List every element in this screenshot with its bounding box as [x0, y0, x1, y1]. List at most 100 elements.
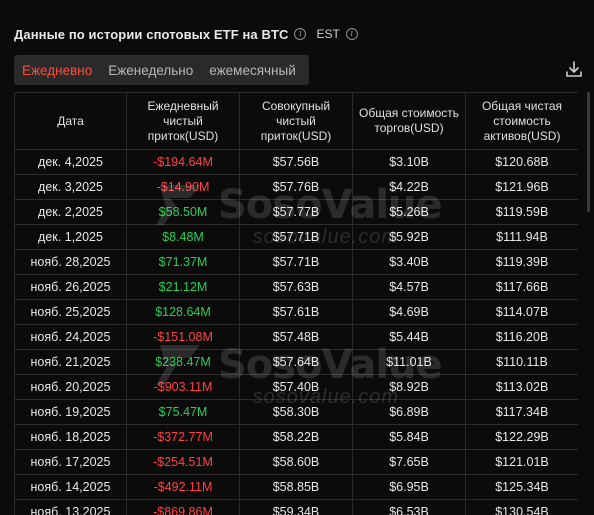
cell-traded-value: $5.26B [352, 199, 466, 225]
cell-net-assets: $119.39B [465, 249, 578, 275]
tab-daily[interactable]: Ежедневно [14, 63, 100, 78]
cell-cumulative-inflow: $57.63B [239, 274, 353, 300]
cell-net-assets: $117.66B [465, 274, 578, 300]
cell-daily-inflow: $128.64M [126, 299, 240, 325]
cell-daily-inflow: -$903.11M [126, 374, 240, 400]
table-row[interactable]: нояб. 28,2025 $71.37M $57.71B $3.40B $119.39… [14, 249, 578, 275]
cell-traded-value: $6.53B [352, 499, 466, 515]
cell-traded-value: $3.40B [352, 249, 466, 275]
cell-daily-inflow: $238.47M [126, 349, 240, 375]
cell-date: нояб. 19,2025 [14, 399, 127, 425]
cell-cumulative-inflow: $57.64B [239, 349, 353, 375]
period-tabs: Ежедневно Еженедельно ежемесячный [14, 55, 309, 85]
cell-cumulative-inflow: $57.76B [239, 174, 353, 200]
cell-daily-inflow: $21.12M [126, 274, 240, 300]
cell-date: нояб. 21,2025 [14, 349, 127, 375]
table-row[interactable]: нояб. 18,2025 -$372.77M $58.22B $5.84B $122.… [14, 424, 578, 450]
info-icon[interactable]: i [294, 28, 307, 40]
cell-date: нояб. 18,2025 [14, 424, 127, 450]
cell-date: нояб. 25,2025 [14, 299, 127, 325]
cell-daily-inflow: -$372.77M [126, 424, 240, 450]
cell-daily-inflow: -$14.90M [126, 174, 240, 200]
table-row[interactable]: нояб. 19,2025 $75.47M $58.30B $6.89B $117.34… [14, 399, 578, 425]
cell-cumulative-inflow: $58.30B [239, 399, 353, 425]
cell-net-assets: $120.68B [465, 149, 578, 175]
cell-traded-value: $6.89B [352, 399, 466, 425]
cell-net-assets: $117.34B [465, 399, 578, 425]
cell-net-assets: $125.34B [465, 474, 578, 500]
cell-date: нояб. 13,2025 [14, 499, 127, 515]
download-icon[interactable] [565, 60, 583, 78]
etf-history-table: Дата Ежедневный чистый приток(USD) Совок… [14, 92, 578, 515]
cell-cumulative-inflow: $58.22B [239, 424, 353, 450]
cell-date: нояб. 24,2025 [14, 324, 127, 350]
table-row[interactable]: дек. 4,2025 -$194.64M $57.56B $3.10B $120.68… [14, 149, 578, 175]
table-row[interactable]: нояб. 20,2025 -$903.11M $57.40B $8.92B $113.… [14, 374, 578, 400]
table-row[interactable]: нояб. 21,2025 $238.47M $57.64B $11.01B $110.… [14, 349, 578, 375]
cell-daily-inflow: -$869.86M [126, 499, 240, 515]
cell-cumulative-inflow: $57.77B [239, 199, 353, 225]
cell-traded-value: $5.84B [352, 424, 466, 450]
cell-traded-value: $4.69B [352, 299, 466, 325]
tab-monthly[interactable]: ежемесячный [201, 63, 303, 78]
cell-traded-value: $7.65B [352, 449, 466, 475]
cell-traded-value: $5.44B [352, 324, 466, 350]
timezone-label: EST [316, 27, 340, 41]
cell-cumulative-inflow: $57.71B [239, 224, 353, 250]
cell-net-assets: $110.11B [465, 349, 578, 375]
cell-daily-inflow: $75.47M [126, 399, 240, 425]
panel-header: Данные по истории спотовых ETF на BTC i … [14, 24, 358, 44]
cell-date: нояб. 26,2025 [14, 274, 127, 300]
cell-cumulative-inflow: $57.56B [239, 149, 353, 175]
cell-net-assets: $121.96B [465, 174, 578, 200]
info-icon[interactable]: i [345, 28, 358, 40]
column-header-cumulative-inflow[interactable]: Совокупный чистый приток(USD) [239, 92, 353, 150]
cell-traded-value: $8.92B [352, 374, 466, 400]
cell-date: дек. 1,2025 [14, 224, 127, 250]
cell-net-assets: $130.54B [465, 499, 578, 515]
cell-cumulative-inflow: $57.48B [239, 324, 353, 350]
cell-net-assets: $111.94B [465, 224, 578, 250]
cell-traded-value: $11.01B [352, 349, 466, 375]
cell-net-assets: $113.02B [465, 374, 578, 400]
tab-weekly[interactable]: Еженедельно [100, 63, 201, 78]
cell-date: дек. 3,2025 [14, 174, 127, 200]
column-header-net-assets[interactable]: Общая чистая стоимость активов(USD) [465, 92, 578, 150]
cell-date: нояб. 20,2025 [14, 374, 127, 400]
cell-daily-inflow: $71.37M [126, 249, 240, 275]
table-row[interactable]: нояб. 14,2025 -$492.11M $58.85B $6.95B $125.… [14, 474, 578, 500]
table-row[interactable]: нояб. 24,2025 -$151.08M $57.48B $5.44B $116.… [14, 324, 578, 350]
table-row[interactable]: нояб. 25,2025 $128.64M $57.61B $4.69B $114.0… [14, 299, 578, 325]
table-row[interactable]: дек. 3,2025 -$14.90M $57.76B $4.22B $121.96B [14, 174, 578, 200]
cell-cumulative-inflow: $59.34B [239, 499, 353, 515]
etf-table-container[interactable]: Дата Ежедневный чистый приток(USD) Совок… [14, 92, 578, 515]
column-header-traded-value[interactable]: Общая стоимость торгов(USD) [352, 92, 466, 150]
cell-net-assets: $122.29B [465, 424, 578, 450]
cell-traded-value: $5.92B [352, 224, 466, 250]
column-header-date[interactable]: Дата [14, 92, 127, 150]
cell-traded-value: $4.57B [352, 274, 466, 300]
column-header-daily-inflow[interactable]: Ежедневный чистый приток(USD) [126, 92, 240, 150]
cell-cumulative-inflow: $57.61B [239, 299, 353, 325]
cell-daily-inflow: -$194.64M [126, 149, 240, 175]
table-row[interactable]: нояб. 26,2025 $21.12M $57.63B $4.57B $117.66… [14, 274, 578, 300]
table-header-row: Дата Ежедневный чистый приток(USD) Совок… [14, 92, 578, 150]
cell-daily-inflow: -$254.51M [126, 449, 240, 475]
cell-daily-inflow: -$492.11M [126, 474, 240, 500]
cell-daily-inflow: $58.50M [126, 199, 240, 225]
table-row[interactable]: нояб. 13,2025 -$869.86M $59.34B $6.53B $130.… [14, 499, 578, 515]
cell-traded-value: $4.22B [352, 174, 466, 200]
cell-cumulative-inflow: $57.40B [239, 374, 353, 400]
cell-traded-value: $3.10B [352, 149, 466, 175]
table-row[interactable]: дек. 1,2025 $8.48M $57.71B $5.92B $111.94B [14, 224, 578, 250]
cell-date: нояб. 14,2025 [14, 474, 127, 500]
cell-cumulative-inflow: $58.85B [239, 474, 353, 500]
cell-net-assets: $119.59B [465, 199, 578, 225]
table-scrollbar[interactable] [587, 92, 590, 212]
table-row[interactable]: дек. 2,2025 $58.50M $57.77B $5.26B $119.59B [14, 199, 578, 225]
cell-date: дек. 4,2025 [14, 149, 127, 175]
cell-traded-value: $6.95B [352, 474, 466, 500]
cell-daily-inflow: -$151.08M [126, 324, 240, 350]
table-row[interactable]: нояб. 17,2025 -$254.51M $58.60B $7.65B $121.… [14, 449, 578, 475]
cell-date: нояб. 17,2025 [14, 449, 127, 475]
